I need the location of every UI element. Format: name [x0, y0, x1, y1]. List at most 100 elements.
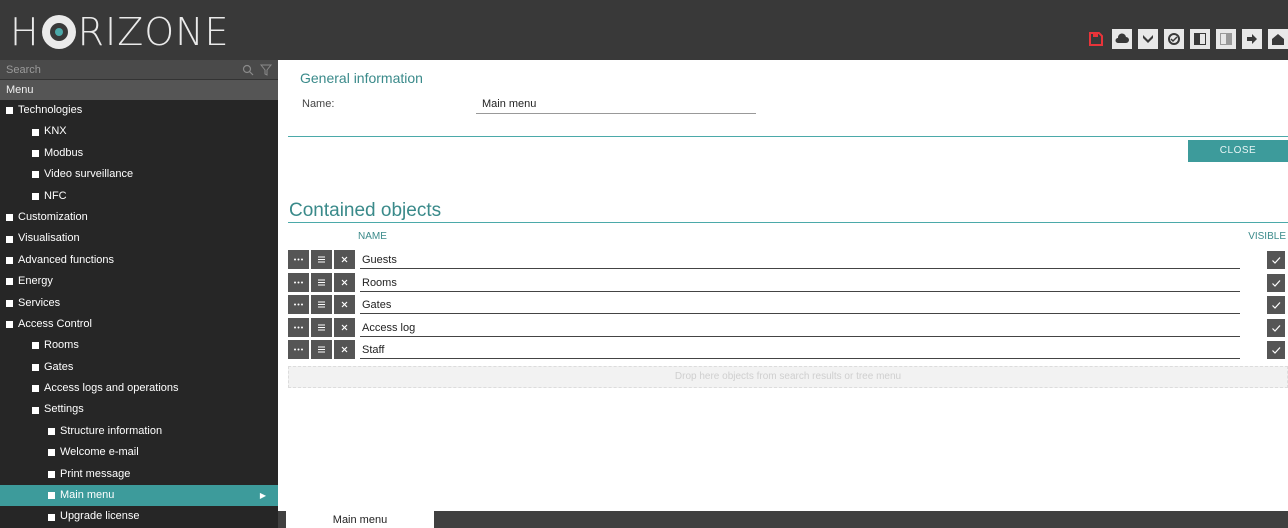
check-icon: [1272, 257, 1281, 264]
sidebar-item-label: Video surveillance: [44, 168, 134, 181]
home-button[interactable]: [1268, 29, 1288, 49]
visible-checkbox[interactable]: [1267, 296, 1285, 315]
panel-left-icon: [1194, 33, 1206, 45]
sidebar-item[interactable]: KNX: [0, 121, 278, 142]
sidebar-item-label: Advanced functions: [18, 253, 115, 266]
save-button[interactable]: [1086, 29, 1106, 49]
bullet-square-icon: [6, 321, 13, 329]
sidebar-item[interactable]: Video surveillance: [0, 164, 278, 185]
sidebar-item-label: Customization: [18, 210, 88, 223]
remove-button[interactable]: [334, 250, 355, 269]
bullet-square-icon: [48, 449, 55, 457]
sidebar-item[interactable]: Services: [0, 293, 278, 314]
sidebar-item-label: NFC: [44, 189, 67, 202]
more-icon: [294, 348, 303, 351]
filter-icon[interactable]: [260, 64, 272, 76]
remove-button[interactable]: [334, 295, 355, 315]
sidebar-item[interactable]: NFC: [0, 186, 278, 207]
badge-button[interactable]: [1164, 29, 1184, 49]
details-button[interactable]: [311, 295, 332, 315]
sidebar-item-label: Rooms: [44, 339, 79, 352]
name-label: Name:: [302, 98, 335, 110]
tab-main-menu[interactable]: Main menu: [286, 511, 434, 528]
bullet-square-icon: [32, 363, 39, 371]
sidebar-item[interactable]: Main menu ▶: [0, 485, 278, 507]
search-box: [0, 60, 278, 80]
object-name[interactable]: Rooms: [360, 275, 1240, 292]
more-button[interactable]: [288, 272, 309, 292]
name-field[interactable]: [476, 94, 756, 114]
more-icon: [294, 303, 303, 306]
sidebar-item[interactable]: Visualisation: [0, 228, 278, 249]
list-icon: [318, 279, 325, 286]
sidebar: Menu Technologies KNX Modbus Video surveill…: [0, 60, 278, 528]
bullet-square-icon: [32, 385, 39, 393]
search-input[interactable]: [0, 60, 230, 80]
sidebar-item-label: Technologies: [18, 104, 83, 116]
sidebar-item-label: Settings: [44, 403, 84, 416]
more-button[interactable]: [288, 340, 309, 360]
sidebar-item[interactable]: Print message: [0, 464, 278, 485]
object-name[interactable]: Gates: [360, 297, 1240, 315]
object-name[interactable]: Guests: [360, 252, 1240, 269]
object-name[interactable]: Access log: [360, 320, 1240, 337]
more-button[interactable]: [288, 250, 309, 269]
details-button[interactable]: [311, 340, 332, 360]
close-button[interactable]: CLOSE: [1188, 140, 1288, 162]
remove-button[interactable]: [334, 317, 355, 337]
visible-checkbox[interactable]: [1267, 318, 1285, 337]
sidebar-item[interactable]: Welcome e-mail: [0, 442, 278, 463]
sidebar-item[interactable]: Upgrade license: [0, 506, 278, 527]
panel-left-button[interactable]: [1190, 29, 1210, 49]
sidebar-item[interactable]: Access logs and operations: [0, 378, 278, 399]
details-button[interactable]: [311, 250, 332, 269]
sidebar-item[interactable]: Energy: [0, 271, 278, 292]
logout-button[interactable]: [1242, 29, 1262, 49]
sidebar-item[interactable]: Rooms: [0, 335, 278, 356]
sidebar-item[interactable]: Gates: [0, 357, 278, 378]
column-header-visible: VISIBLE: [1248, 231, 1286, 242]
sidebar-item-label: Print message: [60, 467, 131, 480]
table-row: Guests: [288, 249, 1288, 272]
bottom-tab-bar: Main menu: [278, 511, 1288, 528]
visible-checkbox[interactable]: [1267, 251, 1285, 269]
visible-checkbox[interactable]: [1267, 341, 1285, 360]
check-icon: [1272, 347, 1281, 355]
sidebar-item-label: KNX: [44, 125, 67, 138]
sidebar-item[interactable]: Structure information: [0, 421, 278, 442]
visible-checkbox[interactable]: [1267, 273, 1285, 292]
list-icon: [318, 256, 325, 263]
sidebar-item[interactable]: Advanced functions: [0, 250, 278, 271]
bullet-square-icon: [32, 128, 39, 136]
close-icon: [341, 324, 348, 331]
tools-button[interactable]: [1138, 29, 1158, 49]
cloud-button[interactable]: [1112, 29, 1132, 49]
more-button[interactable]: [288, 295, 309, 315]
close-icon: [341, 279, 348, 286]
tools-icon: [1143, 35, 1153, 43]
sidebar-item[interactable]: Settings: [0, 399, 278, 420]
more-button[interactable]: [288, 317, 309, 337]
remove-button[interactable]: [334, 340, 355, 360]
search-icon[interactable]: [242, 64, 254, 76]
drop-zone[interactable]: Drop here objects from search results or…: [288, 366, 1288, 388]
remove-button[interactable]: [334, 272, 355, 292]
contained-objects-list: Guests Rooms Gates Access log Staff: [288, 249, 1288, 362]
bullet-square-icon: [6, 278, 13, 286]
object-name[interactable]: Staff: [360, 342, 1240, 360]
check-icon: [1272, 279, 1281, 287]
bullet-square-icon: [48, 492, 55, 500]
details-button[interactable]: [311, 272, 332, 292]
sidebar-item-label: Welcome e-mail: [60, 446, 139, 459]
sidebar-item[interactable]: Technologies: [0, 100, 278, 121]
sidebar-item[interactable]: Modbus: [0, 143, 278, 164]
sidebar-item[interactable]: Customization: [0, 207, 278, 228]
details-button[interactable]: [311, 317, 332, 337]
bullet-square-icon: [6, 107, 13, 115]
panel-right-button[interactable]: [1216, 29, 1236, 49]
sidebar-item[interactable]: Access Control: [0, 314, 278, 335]
sidebar-item-label: Energy: [18, 275, 53, 288]
main-panel: General information Name: CLOSE Containe…: [278, 60, 1288, 528]
logo-letters-rizone: RIZONE: [77, 10, 230, 54]
panel-right-icon: [1220, 33, 1232, 45]
